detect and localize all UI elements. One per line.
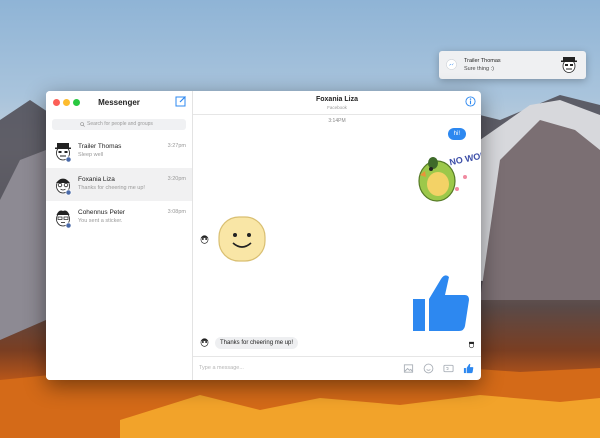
sticker-icon[interactable] <box>423 363 434 374</box>
conversation-item[interactable]: Cohennus Peter You sent a sticker. 3:08p… <box>46 201 192 234</box>
messenger-window: Messenger Search for people and groups T… <box>46 91 481 380</box>
message-input[interactable]: Type a message... <box>199 365 244 371</box>
avatar <box>56 210 72 229</box>
search-placeholder: Search for people and groups <box>87 121 153 127</box>
notification-title: Trailer Thomas <box>464 58 501 64</box>
app-title: Messenger <box>98 98 140 107</box>
conversation-preview: You sent a sticker. <box>78 218 123 224</box>
avatar <box>561 57 577 73</box>
conversation-item[interactable]: Foxania Liza Thanks for cheering me up! … <box>46 168 192 201</box>
notification-banner[interactable]: Trailer Thomas Sure thing :) <box>439 51 586 79</box>
conversation-item[interactable]: Trailer Thomas Sleep well 3:27pm <box>46 135 192 168</box>
gif-icon[interactable] <box>443 363 454 374</box>
sticker-text: NO WORRIES <box>448 145 481 167</box>
chat-title: Foxania Liza <box>315 96 358 103</box>
conversation-time: 3:27pm <box>167 143 186 149</box>
conversation-name: Cohennus Peter <box>78 209 125 216</box>
chat-subtitle: Facebook <box>327 105 347 110</box>
search-input[interactable]: Search for people and groups <box>52 119 186 130</box>
conversation-preview: Thanks for cheering me up! <box>78 185 145 191</box>
conversation-preview: Sleep well <box>78 152 104 158</box>
conversation-name: Trailer Thomas <box>78 143 122 150</box>
avatar <box>56 178 72 196</box>
avatar <box>200 338 209 347</box>
outgoing-message: hi! <box>447 128 466 140</box>
bird-sticker: NO WORRIES <box>418 145 481 202</box>
thumbs-up-icon[interactable] <box>463 363 474 374</box>
conversation-time: 3:20pm <box>167 176 186 182</box>
incoming-message: Thanks for cheering me up! <box>215 337 299 349</box>
compose-icon[interactable] <box>175 95 187 107</box>
search-icon <box>80 122 85 127</box>
image-icon[interactable] <box>403 363 414 374</box>
avatar <box>200 235 209 244</box>
info-icon[interactable] <box>465 96 476 107</box>
sidebar-header: Messenger <box>46 91 192 114</box>
conversation-time: 3:08pm <box>167 209 186 215</box>
composer: Type a message... <box>193 356 481 380</box>
sidebar: Messenger Search for people and groups T… <box>46 91 193 380</box>
chat-header: Foxania Liza Facebook <box>193 91 481 115</box>
chat-panel: Foxania Liza Facebook 3:14PM hi! NO WORR… <box>193 91 481 380</box>
thumbs-up-sticker <box>413 275 469 331</box>
message-timestamp: 3:14PM <box>328 118 346 124</box>
conversation-name: Foxania Liza <box>78 176 115 183</box>
notification-message: Sure thing :) <box>464 66 494 72</box>
smiley-sticker <box>218 216 266 262</box>
avatar <box>55 143 72 163</box>
avatar <box>468 341 475 349</box>
messenger-logo-icon <box>446 59 457 70</box>
